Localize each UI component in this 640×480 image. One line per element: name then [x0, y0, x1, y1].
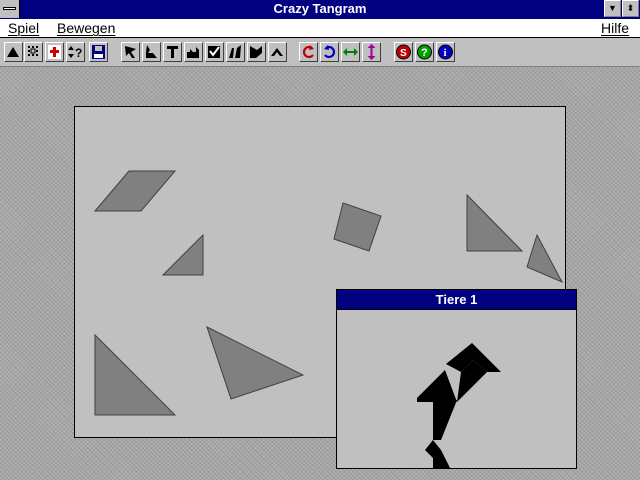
runner-figure-icon: [229, 45, 241, 58]
bird-figure-icon: [250, 46, 262, 58]
rabbit-figure-icon: [146, 45, 157, 58]
red-cross-icon: [48, 45, 61, 59]
flip-vertical-icon: [367, 44, 376, 60]
menu-spiel[interactable]: Spiel: [8, 20, 39, 36]
red-cross-button[interactable]: [45, 42, 64, 62]
maximize-button[interactable]: ⬍: [622, 0, 639, 17]
toolbar: ? S ? i: [0, 38, 640, 67]
hammer-figure-icon: [167, 46, 178, 58]
help-button[interactable]: ?: [415, 42, 434, 62]
rotate-left-button[interactable]: [299, 42, 318, 62]
large-triangle-piece[interactable]: [94, 333, 177, 416]
figure-animals-button[interactable]: [142, 42, 161, 62]
flip-horizontal-button[interactable]: [341, 42, 360, 62]
figure-objects-button[interactable]: [205, 42, 224, 62]
medium-triangle-piece[interactable]: [466, 193, 524, 252]
svg-text:S: S: [400, 48, 407, 59]
figure-people-button[interactable]: [226, 42, 245, 62]
arrow-down-icon: ▼: [608, 3, 617, 13]
svg-text:i: i: [444, 47, 447, 59]
figure-arrows-button[interactable]: [121, 42, 140, 62]
grid-button[interactable]: [24, 42, 43, 62]
title-bar: Crazy Tangram ▼ ⬍: [0, 0, 640, 20]
figure-boats-button[interactable]: [268, 42, 287, 62]
question-button[interactable]: ?: [66, 42, 85, 62]
arrow-figure-icon: [125, 46, 136, 58]
small-triangle-piece[interactable]: [161, 233, 204, 276]
flip-horizontal-icon: [343, 48, 358, 56]
triangle-icon: [7, 47, 19, 57]
small-triangle-piece-2[interactable]: [526, 233, 564, 284]
parallelogram-piece[interactable]: [93, 170, 177, 212]
rotate-right-button[interactable]: [320, 42, 339, 62]
large-triangle-piece-2[interactable]: [206, 326, 305, 400]
rotate-left-icon: [302, 45, 314, 59]
square-piece[interactable]: [333, 202, 382, 252]
arrow-updown-icon: ⬍: [626, 3, 635, 13]
flip-vertical-button[interactable]: [362, 42, 381, 62]
save-button[interactable]: [89, 42, 108, 62]
solution-icon: S: [396, 44, 411, 60]
svg-text:?: ?: [75, 46, 82, 60]
window-title: Crazy Tangram: [273, 1, 367, 16]
info-button[interactable]: i: [436, 42, 455, 62]
city-figure-icon: [187, 47, 199, 58]
floppy-disk-icon: [92, 45, 105, 59]
preview-window: Tiere 1: [336, 289, 577, 476]
menu-bar: Spiel Bewegen Hilfe: [0, 19, 640, 38]
menu-bewegen[interactable]: Bewegen: [57, 20, 115, 36]
silhouette-torso: [433, 400, 457, 440]
figure-tools-button[interactable]: [163, 42, 182, 62]
info-icon: i: [438, 44, 453, 60]
check-box-figure-icon: [208, 46, 220, 58]
menu-hilfe[interactable]: Hilfe: [601, 20, 629, 36]
updown-question-icon: ?: [68, 46, 82, 60]
help-icon: ?: [417, 44, 432, 60]
grid-icon: [28, 46, 38, 56]
tangram-silhouette: [417, 343, 501, 476]
figure-buildings-button[interactable]: [184, 42, 203, 62]
boat-figure-icon: [271, 48, 283, 56]
figure-birds-button[interactable]: [247, 42, 266, 62]
svg-text:?: ?: [421, 47, 428, 59]
rotate-right-icon: [324, 45, 336, 59]
solution-button[interactable]: S: [394, 42, 413, 62]
silhouette-body: [417, 370, 457, 402]
preview-title: Tiere 1: [337, 290, 576, 310]
minimize-button[interactable]: ▼: [604, 0, 621, 17]
new-game-button[interactable]: [4, 42, 23, 62]
